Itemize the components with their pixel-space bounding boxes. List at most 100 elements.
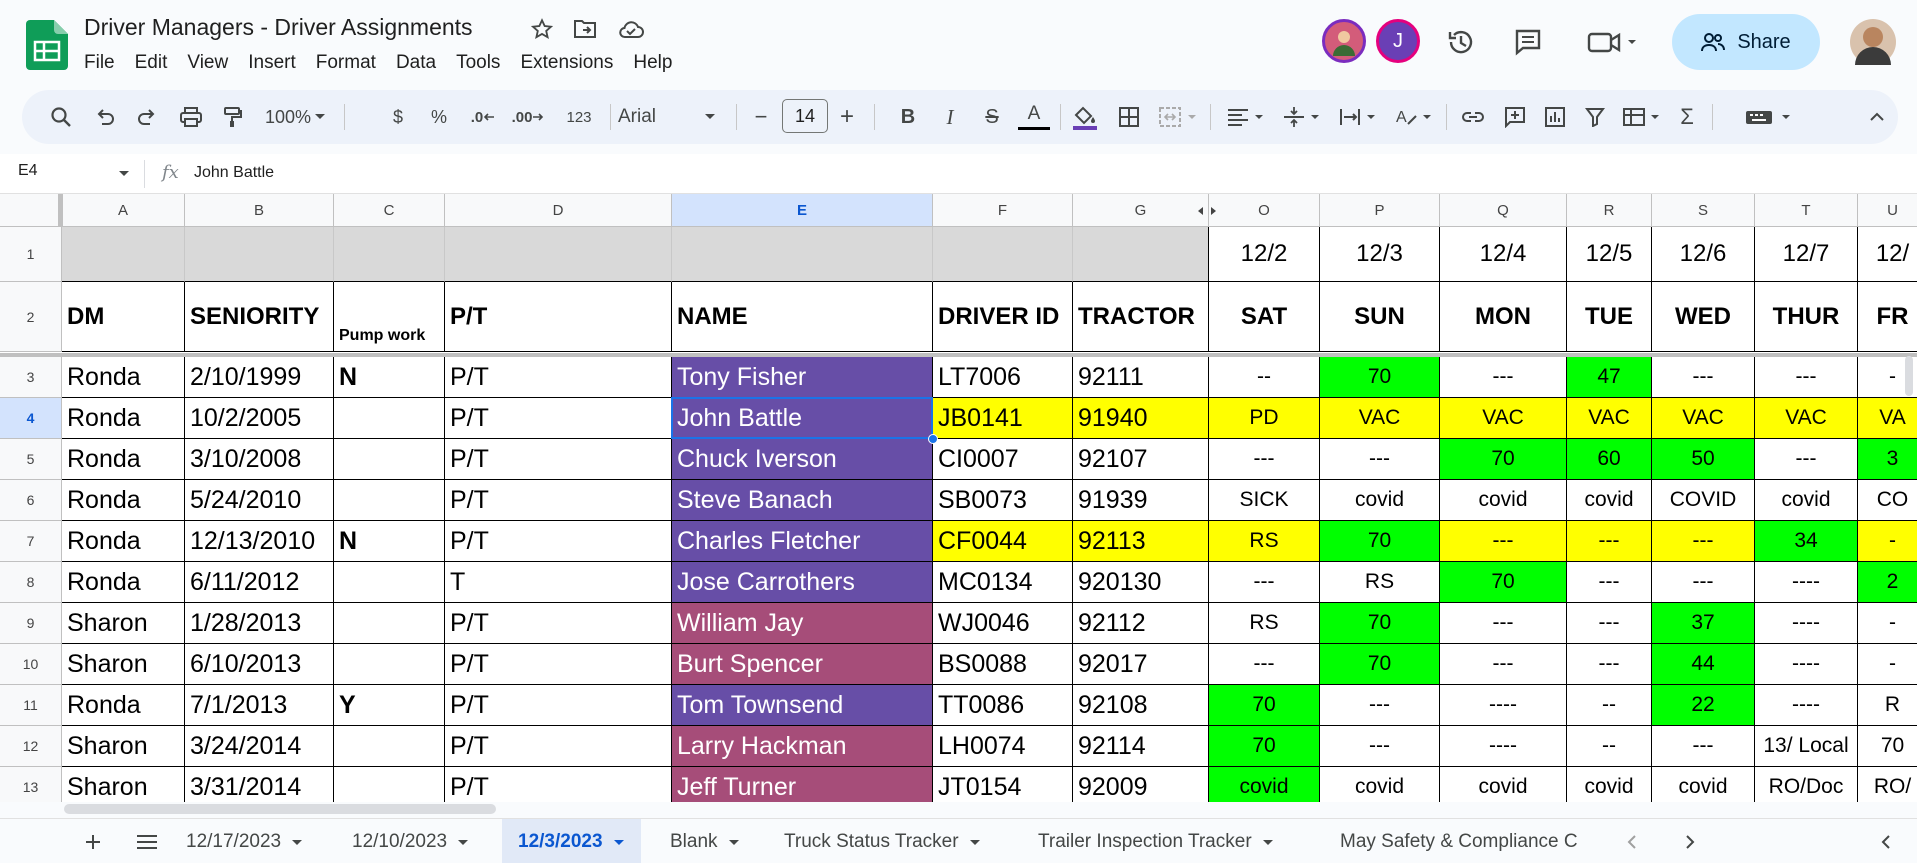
date-cell[interactable] bbox=[185, 227, 334, 282]
table-cell[interactable]: 3 bbox=[1858, 439, 1917, 480]
font-dropdown-icon[interactable] bbox=[702, 100, 718, 134]
insert-chart-icon[interactable] bbox=[1538, 100, 1572, 134]
table-cell[interactable]: COVID bbox=[1652, 480, 1755, 521]
menu-file[interactable]: File bbox=[84, 52, 125, 74]
date-cell[interactable] bbox=[1073, 227, 1209, 282]
table-cell[interactable]: LT7006 bbox=[933, 357, 1073, 398]
driver-name-cell[interactable]: Steve Banach bbox=[672, 480, 933, 521]
insert-comment-icon[interactable] bbox=[1498, 100, 1532, 134]
column-header-g[interactable]: G bbox=[1073, 194, 1209, 227]
table-cell[interactable]: --- bbox=[1652, 521, 1755, 562]
text-wrapping-icon[interactable] bbox=[1334, 100, 1382, 134]
sheet-tab[interactable]: 12/17/2023 bbox=[170, 819, 319, 863]
column-title-cell[interactable]: MON bbox=[1440, 282, 1567, 352]
table-cell[interactable]: VAC bbox=[1652, 398, 1755, 439]
table-cell[interactable]: 1/28/2013 bbox=[185, 603, 334, 644]
date-cell[interactable] bbox=[62, 227, 185, 282]
table-cell[interactable]: --- bbox=[1209, 644, 1320, 685]
table-cell[interactable]: 47 bbox=[1567, 357, 1652, 398]
table-cell[interactable]: VAC bbox=[1755, 398, 1858, 439]
column-header-u[interactable]: U bbox=[1858, 194, 1917, 227]
row-header-9[interactable]: 9 bbox=[0, 603, 62, 644]
table-cell[interactable]: ---- bbox=[1755, 644, 1858, 685]
table-cell[interactable]: -- bbox=[1567, 685, 1652, 726]
column-header-c[interactable]: C bbox=[334, 194, 445, 227]
driver-name-cell[interactable]: Jose Carrothers bbox=[672, 562, 933, 603]
table-cell[interactable]: 91940 bbox=[1073, 398, 1209, 439]
column-title-cell[interactable]: P/T bbox=[445, 282, 672, 352]
row-header-3[interactable]: 3 bbox=[0, 357, 62, 398]
table-cell[interactable]: R bbox=[1858, 685, 1917, 726]
column-title-cell[interactable]: TRACTOR bbox=[1073, 282, 1209, 352]
table-cell[interactable]: RS bbox=[1209, 603, 1320, 644]
table-cell[interactable]: SB0073 bbox=[933, 480, 1073, 521]
table-cell[interactable]: --- bbox=[1440, 603, 1567, 644]
table-cell[interactable] bbox=[334, 439, 445, 480]
column-header-e[interactable]: E bbox=[672, 194, 933, 227]
table-cell[interactable]: 70 bbox=[1320, 521, 1440, 562]
table-cell[interactable]: Ronda bbox=[62, 480, 185, 521]
collapse-toolbar-icon[interactable] bbox=[1862, 100, 1892, 134]
zoom-dropdown-icon[interactable] bbox=[312, 100, 328, 134]
date-cell[interactable]: 12/5 bbox=[1567, 227, 1652, 282]
table-cell[interactable]: 920130 bbox=[1073, 562, 1209, 603]
row-header-12[interactable]: 12 bbox=[0, 726, 62, 767]
table-cell[interactable]: --- bbox=[1440, 644, 1567, 685]
table-cell[interactable]: P/T bbox=[445, 644, 672, 685]
table-cell[interactable]: --- bbox=[1440, 521, 1567, 562]
column-title-cell[interactable]: SUN bbox=[1320, 282, 1440, 352]
row-header-2[interactable]: 2 bbox=[0, 282, 62, 352]
table-cell[interactable]: ---- bbox=[1755, 685, 1858, 726]
table-cell[interactable]: WJ0046 bbox=[933, 603, 1073, 644]
sheet-tab-menu-icon[interactable] bbox=[613, 831, 625, 853]
table-cell[interactable]: covid bbox=[1440, 767, 1567, 802]
version-history-icon[interactable] bbox=[1443, 24, 1479, 60]
redo-icon[interactable] bbox=[130, 100, 164, 134]
sheet-tab-menu-icon[interactable] bbox=[1262, 831, 1274, 853]
menu-view[interactable]: View bbox=[177, 52, 238, 74]
table-cell[interactable]: PD bbox=[1209, 398, 1320, 439]
more-formats-button[interactable]: 123 bbox=[558, 100, 600, 134]
row-header-5[interactable]: 5 bbox=[0, 439, 62, 480]
table-cell[interactable]: 91939 bbox=[1073, 480, 1209, 521]
menu-help[interactable]: Help bbox=[623, 52, 682, 74]
column-header-t[interactable]: T bbox=[1755, 194, 1858, 227]
table-cell[interactable]: --- bbox=[1567, 521, 1652, 562]
table-cell[interactable]: Ronda bbox=[62, 685, 185, 726]
table-cell[interactable]: Ronda bbox=[62, 357, 185, 398]
table-cell[interactable]: 92107 bbox=[1073, 439, 1209, 480]
column-title-cell[interactable]: TUE bbox=[1567, 282, 1652, 352]
table-cell[interactable]: 6/11/2012 bbox=[185, 562, 334, 603]
table-cell[interactable]: 70 bbox=[1209, 726, 1320, 767]
date-cell[interactable]: 12/2 bbox=[1209, 227, 1320, 282]
table-cell[interactable]: P/T bbox=[445, 767, 672, 802]
column-header-s[interactable]: S bbox=[1652, 194, 1755, 227]
table-cell[interactable]: 70 bbox=[1440, 439, 1567, 480]
driver-name-cell[interactable]: Chuck Iverson bbox=[672, 439, 933, 480]
table-cell[interactable]: Y bbox=[334, 685, 445, 726]
decrease-decimal-button[interactable]: .0 bbox=[462, 100, 504, 134]
table-cell[interactable]: 34 bbox=[1755, 521, 1858, 562]
table-cell[interactable]: --- bbox=[1320, 685, 1440, 726]
insert-link-icon[interactable] bbox=[1456, 100, 1490, 134]
column-header-r[interactable]: R bbox=[1567, 194, 1652, 227]
document-title[interactable]: Driver Managers - Driver Assignments bbox=[84, 14, 473, 41]
strikethrough-button[interactable]: S bbox=[976, 100, 1008, 134]
table-cell[interactable]: 50 bbox=[1652, 439, 1755, 480]
column-header-f[interactable]: F bbox=[933, 194, 1073, 227]
table-cell[interactable]: 70 bbox=[1440, 562, 1567, 603]
table-cell[interactable]: --- bbox=[1320, 726, 1440, 767]
table-cell[interactable]: -- bbox=[1567, 726, 1652, 767]
collaborator-avatar[interactable]: J bbox=[1376, 19, 1420, 63]
table-cell[interactable]: --- bbox=[1652, 562, 1755, 603]
table-cell[interactable]: 6/10/2013 bbox=[185, 644, 334, 685]
row-header-13[interactable]: 13 bbox=[0, 767, 62, 802]
share-button[interactable]: Share bbox=[1672, 14, 1820, 70]
driver-name-cell[interactable]: William Jay bbox=[672, 603, 933, 644]
table-cell[interactable]: Sharon bbox=[62, 726, 185, 767]
date-cell[interactable]: 12/7 bbox=[1755, 227, 1858, 282]
table-cell[interactable]: 5/24/2010 bbox=[185, 480, 334, 521]
table-cell[interactable]: 92114 bbox=[1073, 726, 1209, 767]
horizontal-scrollbar[interactable] bbox=[64, 804, 496, 814]
sheet-tab[interactable]: May Safety & Compliance C bbox=[1324, 819, 1610, 863]
